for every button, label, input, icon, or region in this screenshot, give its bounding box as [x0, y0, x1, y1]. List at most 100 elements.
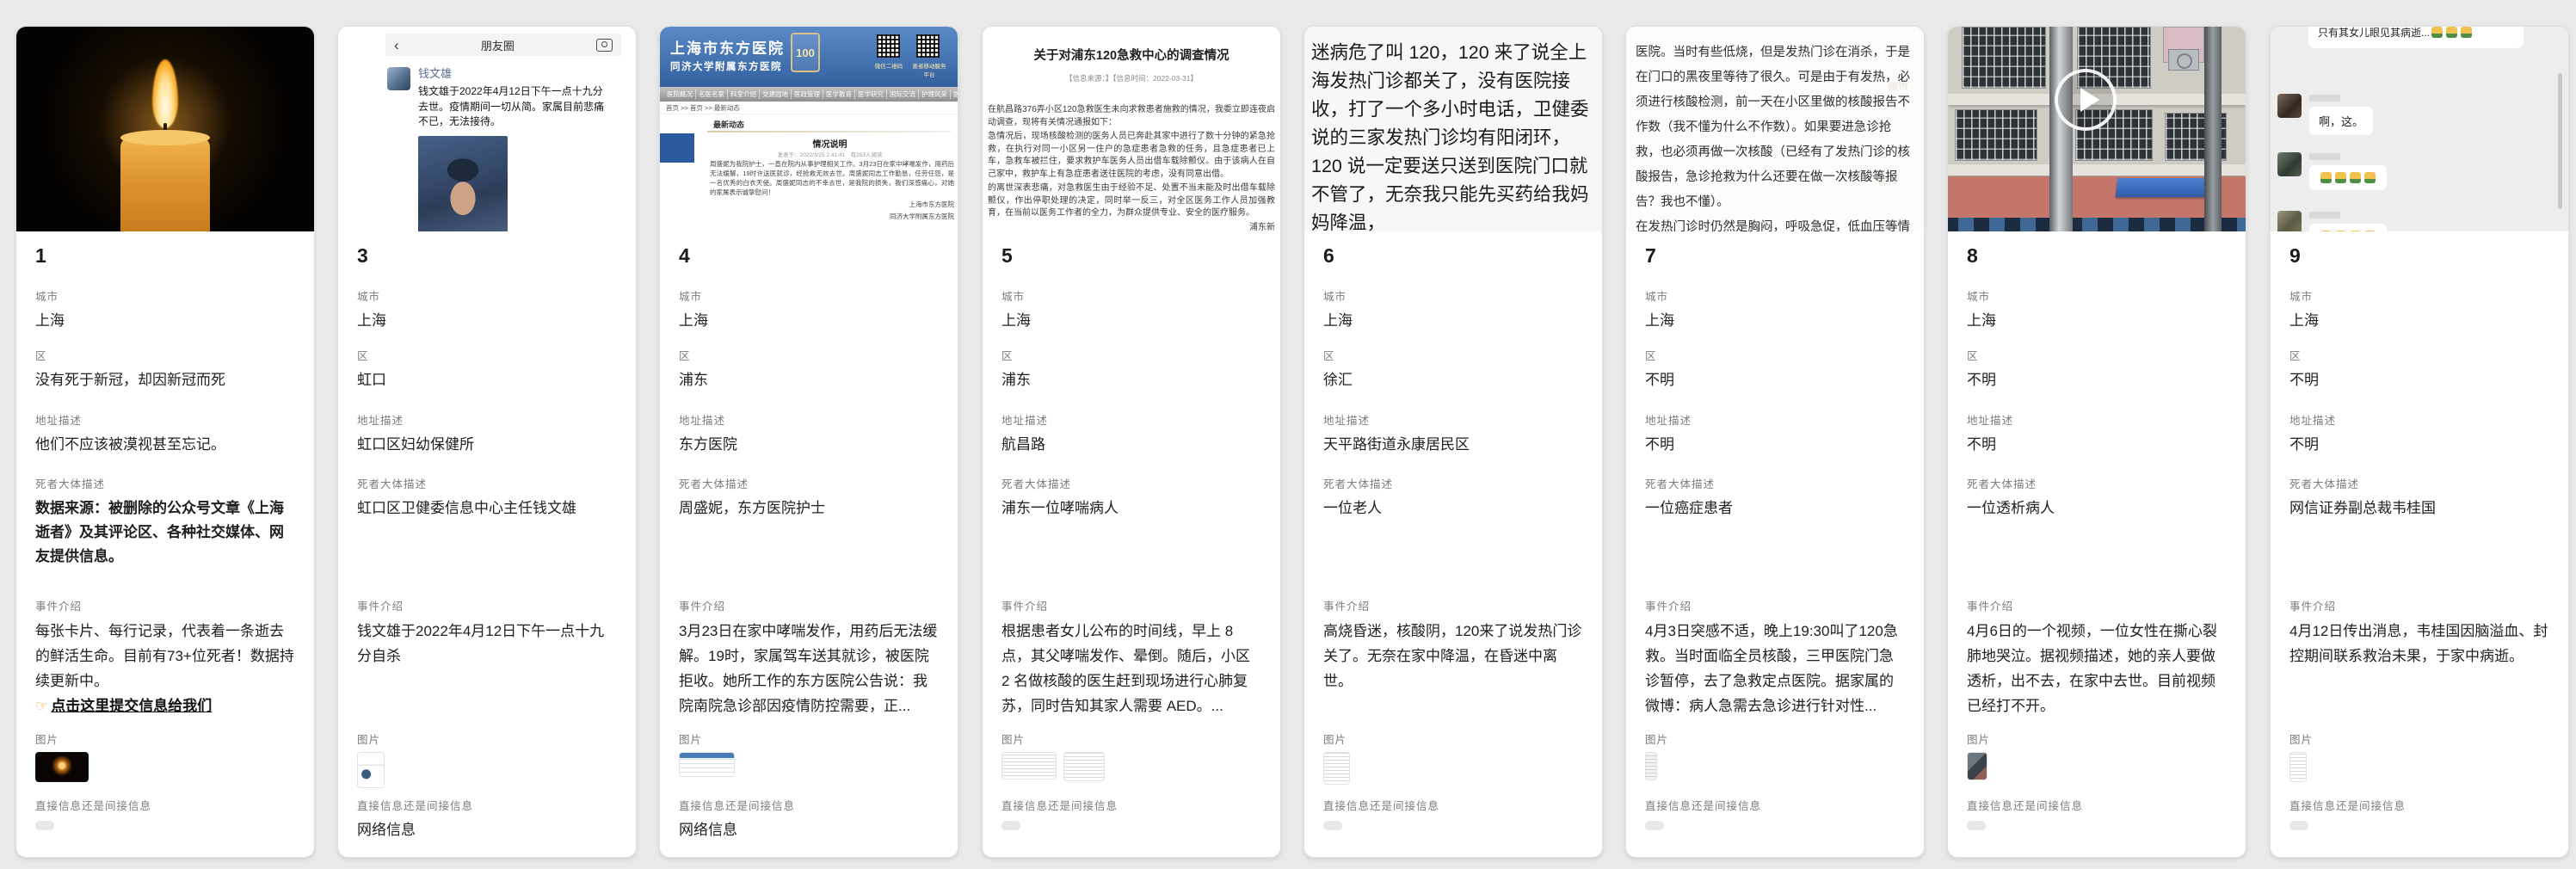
image-thumbnail[interactable]: [2289, 752, 2307, 782]
record-card-9[interactable]: 只有其女儿眼见其病逝... 啊，这。 9 城市上海 区不明 地址描述不明 死者大体…: [2270, 26, 2569, 858]
field-deceased-value: 一位癌症患者: [1645, 496, 1905, 521]
play-button-icon[interactable]: [2055, 69, 2117, 131]
nav-item[interactable]: 医务社工: [951, 89, 958, 99]
record-card-4[interactable]: 上海市东方医院同济大学附属东方医院100微信二维码患者移动服务平台医院概况名医名…: [659, 26, 958, 858]
field-label-event: 事件介绍: [1645, 601, 1905, 613]
signature: 上海市东方医院: [710, 200, 954, 209]
image-thumbnail[interactable]: [679, 752, 735, 777]
air-conditioner: [2168, 49, 2199, 71]
record-card-1[interactable]: 1 城市上海 区没有死于新冠，却因新冠而死 地址描述他们不应该被漠视甚至忘记。 …: [15, 26, 315, 858]
field-city-value: 上海: [357, 309, 617, 333]
field-label-city: 城市: [35, 291, 295, 304]
pray-emoji-icon: [2350, 172, 2361, 183]
pray-emoji-icon: [2335, 172, 2346, 183]
pray-emoji-icon: [2461, 27, 2472, 38]
candle-photo[interactable]: [16, 27, 314, 231]
chat-bubble: 只有其女儿眼见其病逝...: [2308, 27, 2524, 48]
hospital-name: 上海市东方医院: [670, 36, 785, 58]
blurred-username: [2309, 153, 2340, 160]
storefront: [1948, 218, 2246, 231]
signature: 同济大学附属东方医院: [710, 212, 954, 221]
field-label-district: 区: [35, 350, 295, 363]
wechat-moments-screenshot[interactable]: ‹朋友圈钱文雄钱文雄于2022年4月12日下午一点十九分去世。疫情期间一切从简。…: [338, 27, 636, 231]
weibo-text-screenshot[interactable]: 医院。当时有些低烧，但是发热门诊在消杀，于是在门口的黑夜里等待了很久。可是由于有…: [1626, 27, 1924, 231]
candle-body: [120, 137, 210, 231]
document-paragraph: 的离世深表悲痛，对急救医生由于经验不足、处置不当未能及时出借车载除颤仪，作出停职…: [988, 182, 1275, 220]
field-deceased-value: 一位透析病人: [1967, 496, 2227, 521]
nav-item[interactable]: 医学研究: [855, 89, 887, 99]
nav-item[interactable]: 科室介绍: [728, 89, 760, 99]
wechat-group-chat-screenshot[interactable]: 只有其女儿眼见其病逝... 啊，这。: [2271, 27, 2568, 231]
camera-icon[interactable]: [596, 39, 613, 52]
hospital-website-screenshot[interactable]: 上海市东方医院同济大学附属东方医院100微信二维码患者移动服务平台医院概况名医名…: [660, 27, 958, 231]
record-card-6[interactable]: 迷病危了叫 120，120 来了说全上海发热门诊都关了，没有医院接收，打了一个多…: [1303, 26, 1603, 858]
field-district-value: 浦东: [1001, 368, 1261, 392]
field-label-images: 图片: [35, 734, 295, 747]
nav-item[interactable]: 医政管理: [792, 89, 823, 99]
field-label-deceased: 死者大体描述: [357, 478, 617, 491]
field-label-city: 城市: [1323, 291, 1583, 304]
field-label-images: 图片: [679, 734, 939, 747]
field-label-deceased: 死者大体描述: [1645, 478, 1905, 491]
field-deceased-value: 浦东一位哮喘病人: [1001, 496, 1261, 521]
field-label-event: 事件介绍: [357, 601, 617, 613]
nav-item[interactable]: 医院概况: [664, 89, 696, 99]
field-event-value: 钱文雄于2022年4月12日下午一点十九分自杀: [357, 619, 617, 669]
blurred-username: [2309, 212, 2340, 219]
image-thumbnail[interactable]: [1323, 752, 1350, 785]
image-thumbnail[interactable]: [1063, 752, 1105, 781]
chat-row: [2277, 152, 2387, 190]
nav-item[interactable]: 国际交流: [887, 89, 919, 99]
investigation-notice-screenshot[interactable]: 关于对浦东120急救中心的调查情况【信息来源：】【信息时间：2022-03-31…: [983, 27, 1280, 231]
field-label-address: 地址描述: [1001, 415, 1261, 428]
field-label-info-type: 直接信息还是间接信息: [357, 800, 617, 813]
image-thumbnail[interactable]: [1967, 752, 1987, 780]
record-card-3[interactable]: ‹朋友圈钱文雄钱文雄于2022年4月12日下午一点十九分去世。疫情期间一切从简。…: [337, 26, 637, 858]
scrollbar[interactable]: [2558, 73, 2562, 209]
nav-item[interactable]: 党建园地: [760, 89, 792, 99]
nav-item[interactable]: 名医名家: [696, 89, 728, 99]
image-thumbnail[interactable]: [1001, 752, 1057, 780]
field-event-value: 4月3日突感不适，晚上19:30叫了120急救。当时面临全员核酸，三甲医院门急诊…: [1645, 619, 1905, 718]
chat-bubble: [2309, 224, 2387, 231]
video-frame-building[interactable]: [1948, 27, 2246, 231]
gallery-board: 1 城市上海 区没有死于新冠，却因新冠而死 地址描述他们不应该被漠视甚至忘记。 …: [0, 0, 2576, 869]
record-card-7[interactable]: 医院。当时有些低烧，但是发热门诊在消杀，于是在门口的黑夜里等待了很久。可是由于有…: [1625, 26, 1925, 858]
field-label-info-type: 直接信息还是间接信息: [1967, 800, 2227, 813]
card-title: 5: [1001, 244, 1261, 267]
card-fields: 8 城市上海 区不明 地址描述不明 死者大体描述一位透析病人 事件介绍4月6日的…: [1948, 244, 2246, 852]
card-title: 8: [1967, 244, 2227, 267]
card-fields: 9 城市上海 区不明 地址描述不明 死者大体描述网信证券副总裁韦桂国 事件介绍4…: [2271, 244, 2568, 852]
field-district-value: 虹口: [357, 368, 617, 392]
chat-col: [2309, 152, 2387, 190]
field-city-value: 上海: [679, 309, 939, 333]
record-card-5[interactable]: 关于对浦东120急救中心的调查情况【信息来源：】【信息时间：2022-03-31…: [982, 26, 1281, 858]
field-label-info-type: 直接信息还是间接信息: [1645, 800, 1905, 813]
field-district-value: 徐汇: [1323, 368, 1583, 392]
announcement-body: 周盛妮为我院护士，一直在院内从事护理相关工作。3月23日在家中哮喘发作，用药后无…: [710, 159, 954, 221]
text-screenshot[interactable]: 迷病危了叫 120，120 来了说全上海发热门诊都关了，没有医院接收，打了一个多…: [1304, 27, 1602, 231]
thumbnail-row: [1645, 752, 1905, 780]
field-address-value: 不明: [1645, 433, 1905, 457]
document-body: 在航昌路376弄小区120急救医生未向求救患者施救的情况，我委立即连夜启动调查，…: [988, 104, 1275, 231]
field-deceased-value: 网信证券副总裁韦桂国: [2289, 496, 2549, 521]
avatar: [2277, 94, 2302, 118]
nav-item[interactable]: 护理风采: [919, 89, 951, 99]
nav-item[interactable]: 医学教育: [823, 89, 855, 99]
image-thumbnail[interactable]: [357, 752, 385, 788]
back-chevron-icon[interactable]: ‹: [394, 38, 399, 52]
info-type-slot: 网络信息: [357, 818, 617, 842]
card-fields: 3 城市上海 区虹口 地址描述虹口区妇幼保健所 死者大体描述虹口区卫健委信息中心…: [338, 244, 636, 852]
image-thumbnail[interactable]: [1645, 752, 1657, 780]
metal-pole: [2204, 27, 2222, 231]
field-district-value: 不明: [1645, 368, 1905, 392]
chat-bubble: [2309, 165, 2387, 190]
info-type-value: 网络信息: [679, 818, 939, 842]
card-title: 3: [357, 244, 617, 267]
record-card-8[interactable]: 8 城市上海 区不明 地址描述不明 死者大体描述一位透析病人 事件介绍4月6日的…: [1947, 26, 2246, 858]
chat-message-text: 啊，这。: [2319, 115, 2363, 128]
submit-info-link[interactable]: 点击这里提交信息给我们: [51, 698, 212, 714]
info-type-slot: [1001, 821, 1261, 830]
field-label-images: 图片: [1645, 734, 1905, 747]
image-thumbnail[interactable]: [35, 752, 89, 782]
